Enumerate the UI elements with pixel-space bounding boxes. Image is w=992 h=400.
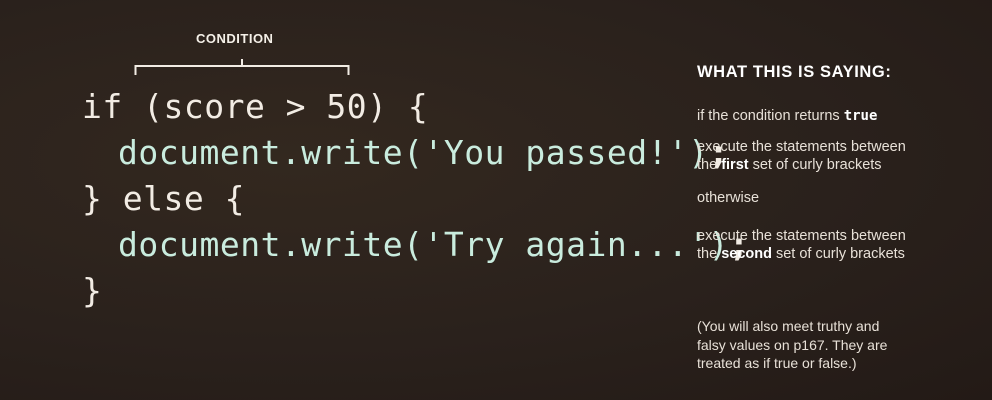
code-explanation-page: CONDITION if (score > 50) { document.wri… (0, 0, 992, 400)
explanation-second-bold: second (721, 246, 772, 262)
explanation-first-line2: the first set of curly brackets (697, 157, 882, 173)
explanation-if: if the condition returns true (697, 107, 877, 125)
explanation-second-line2: the second set of curly brackets (697, 246, 905, 262)
truthy-note: (You will also meet truthy and falsy val… (697, 317, 967, 373)
explanation-first-bold: first (721, 157, 749, 173)
explanation-second-line1: execute the statements between (697, 228, 906, 244)
explanation-if-text: if the condition returns (697, 108, 844, 124)
note-line1: (You will also meet truthy and (697, 318, 880, 334)
explanation-first-block: execute the statements between the first… (697, 138, 906, 174)
explanation-first-line1: execute the statements between (697, 139, 906, 155)
code-write-passed: document.write('You passed!') (118, 133, 709, 172)
code-line-write-passed: document.write('You passed!'); (82, 130, 749, 176)
note-line2: falsy values on p167. They are (697, 336, 888, 353)
code-block: if (score > 50) { document.write('You pa… (82, 84, 749, 314)
condition-label: CONDITION (196, 31, 274, 46)
code-line-close: } (82, 271, 103, 310)
explanation-heading: WHAT THIS IS SAYING: (697, 63, 892, 81)
code-line-else: } else { (82, 179, 245, 218)
explanation-otherwise: otherwise (697, 190, 760, 206)
code-write-try: document.write('Try again...') (118, 225, 730, 264)
code-line-write-try: document.write('Try again...'); (82, 222, 749, 268)
explanation-true-keyword: true (843, 108, 878, 124)
note-line3: treated as if true or false.) (697, 355, 857, 371)
condition-bracket (134, 59, 350, 75)
code-line-if: if (score > 50) { (82, 87, 429, 126)
explanation-second-block: execute the statements between the secon… (697, 227, 906, 263)
